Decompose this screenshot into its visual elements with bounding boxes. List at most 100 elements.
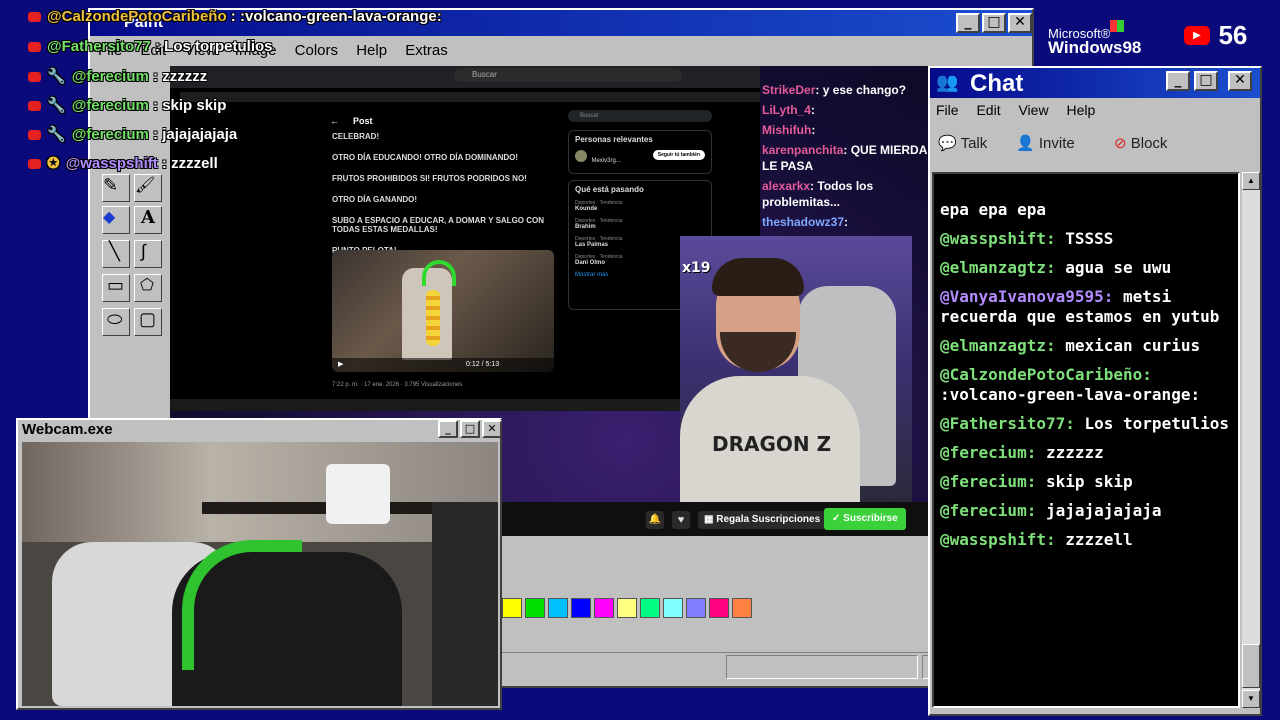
invite-button[interactable]: 👤 Invite: [1016, 134, 1075, 152]
windows98-logo: Microsoft® Windows98: [1048, 26, 1141, 58]
chat-toolbar: 💬 Talk 👤 Invite ⊘ Block: [930, 126, 1260, 166]
talk-icon: 💬: [938, 135, 957, 152]
browser-urlbar: [180, 92, 760, 102]
chat-titlebar[interactable]: 👥 Chat _ □ ✕: [930, 68, 1260, 98]
gift-subs-button[interactable]: ▦ Regala Suscripciones: [698, 511, 827, 529]
close-button[interactable]: ✕: [1228, 71, 1252, 91]
toilet-paper-pack: [326, 464, 390, 524]
viewer-count-value: 56: [1218, 20, 1248, 50]
chat-message-user: @ferecium:: [940, 501, 1037, 520]
overlay-chat-user: @wasspshift: [65, 155, 158, 172]
channel-bar: 🔔 ♥ ▦ Regala Suscripciones ✓ Suscribirse: [500, 502, 928, 536]
block-button[interactable]: ⊘ Block: [1114, 134, 1167, 152]
color-swatch[interactable]: [594, 598, 614, 618]
sidebar-search[interactable]: Buscar: [568, 110, 712, 122]
color-swatch[interactable]: [548, 598, 568, 618]
heart-button[interactable]: ♥: [672, 511, 690, 529]
stream-chat-line: alexarkx: Todos los problemitas...: [762, 178, 928, 210]
stream-chat-line: LiLyth_4:: [762, 102, 928, 118]
fill-tool[interactable]: ◆: [102, 206, 130, 234]
relevant-avatar: [575, 150, 587, 162]
overlay-chat-user: @CalzondePotoCaribeño: [47, 8, 227, 25]
color-swatch[interactable]: [502, 598, 522, 618]
stream-chat-user: alexarkx: [762, 179, 811, 193]
trend-name: Brahim: [575, 224, 596, 230]
brush-tool[interactable]: 🖌: [134, 174, 162, 202]
polygon-tool[interactable]: ⬠: [134, 274, 162, 302]
overlay-chat-line: 🔧 @ferecium : jajajajajaja: [28, 125, 237, 147]
talk-button[interactable]: 💬 Talk: [938, 134, 987, 152]
browser-taskbar: [170, 399, 760, 411]
minimize-button[interactable]: _: [438, 420, 458, 438]
streamer-beard: [720, 332, 796, 372]
overlay-chat-line: 🔧 @ferecium : zzzzzz: [28, 67, 207, 89]
polygon-icon: ⬠: [140, 277, 154, 294]
minimize-button[interactable]: _: [1166, 71, 1190, 91]
bell-button[interactable]: 🔔: [646, 511, 664, 529]
dark-shelf-right: [432, 502, 498, 706]
scroll-thumb[interactable]: [1242, 644, 1260, 688]
color-swatch[interactable]: [732, 598, 752, 618]
menu-colors[interactable]: Colors: [295, 42, 338, 59]
chat-message-user: @wasspshift:: [940, 229, 1056, 248]
trend-item[interactable]: Deportes · Tendencia Kounde: [575, 200, 705, 212]
color-swatch[interactable]: [617, 598, 637, 618]
menu-file[interactable]: File: [936, 102, 959, 118]
menu-help[interactable]: Help: [1066, 102, 1095, 118]
minimize-button[interactable]: _: [956, 13, 980, 33]
line-tool[interactable]: ╲: [102, 240, 130, 268]
menu-help[interactable]: Help: [356, 42, 387, 59]
color-swatch[interactable]: [525, 598, 545, 618]
follow-button[interactable]: Seguir tú también: [652, 150, 705, 160]
rectangle-tool[interactable]: ▭: [102, 274, 130, 302]
scroll-up-arrow-icon[interactable]: ▲: [1242, 172, 1260, 190]
bell-icon: 🔔: [648, 514, 662, 525]
color-swatch[interactable]: [686, 598, 706, 618]
curve-tool[interactable]: ∫: [134, 240, 162, 268]
stream-chat-line: karenpanchita: QUE MIERDA LE PASA: [762, 142, 928, 174]
color-swatch[interactable]: [640, 598, 660, 618]
rectangle-icon: ▭: [107, 275, 125, 295]
trend-item[interactable]: Deportes · Tendencia Brahim: [575, 218, 705, 230]
video-controls: ▶ 0:12 / 5:13: [332, 358, 554, 372]
subscribe-button[interactable]: ✓ Suscribirse: [824, 508, 906, 530]
chat-scrollbar[interactable]: ▲ ▼: [1242, 172, 1260, 708]
scroll-down-arrow-icon[interactable]: ▼: [1242, 690, 1260, 708]
menu-edit[interactable]: Edit: [976, 102, 1000, 118]
chat-message-text: zzzzell: [1065, 530, 1133, 549]
video-headphones: [422, 260, 456, 286]
color-swatch[interactable]: [571, 598, 591, 618]
stream-chat-msg: :: [811, 123, 816, 137]
maximize-button[interactable]: □: [1194, 71, 1218, 91]
rounded-rect-tool[interactable]: ▢: [134, 308, 162, 336]
video-lei: [426, 290, 440, 346]
play-icon[interactable]: ▶: [338, 361, 343, 368]
text-tool[interactable]: A: [134, 206, 162, 234]
pencil-tool[interactable]: ✎: [102, 174, 130, 202]
post-header: ← Post: [330, 116, 373, 126]
chat-message: @ferecium: jajajajajaja: [940, 501, 1236, 521]
close-button[interactable]: ✕: [1008, 13, 1032, 33]
color-swatch[interactable]: [709, 598, 729, 618]
pencil-icon: ✎: [103, 175, 119, 195]
back-arrow-icon[interactable]: ←: [330, 116, 339, 126]
tweet-line: CELEBRAD!: [332, 132, 380, 141]
logo-line2: Windows98: [1048, 38, 1142, 57]
menu-view[interactable]: View: [1018, 102, 1048, 118]
youtube-icon: [28, 42, 41, 53]
overlay-chat-line: @Fathersito77 : Los torpetulios: [28, 38, 273, 60]
webcam-titlebar[interactable]: Webcam.exe _ □ ✕: [18, 420, 502, 440]
browser-search[interactable]: Buscar: [454, 68, 682, 82]
chat-message-text: TSSSS: [1065, 229, 1114, 248]
tweet-footer: 7:22 p. m. · 17 ene. 2026 · 3.795 Visual…: [332, 382, 463, 388]
close-button[interactable]: ✕: [482, 420, 502, 438]
chat-message-user: @elmanzagtz:: [940, 336, 1056, 355]
maximize-button[interactable]: □: [460, 420, 480, 438]
color-swatch[interactable]: [663, 598, 683, 618]
ellipse-tool[interactable]: ⬭: [102, 308, 130, 336]
tweet-video[interactable]: ▶ 0:12 / 5:13: [332, 250, 554, 372]
streamer-cam: DRAGON Z: [680, 236, 912, 502]
menu-extras[interactable]: Extras: [405, 42, 448, 59]
viewer-count: ▶ 56: [1184, 20, 1247, 51]
maximize-button[interactable]: □: [982, 13, 1006, 33]
